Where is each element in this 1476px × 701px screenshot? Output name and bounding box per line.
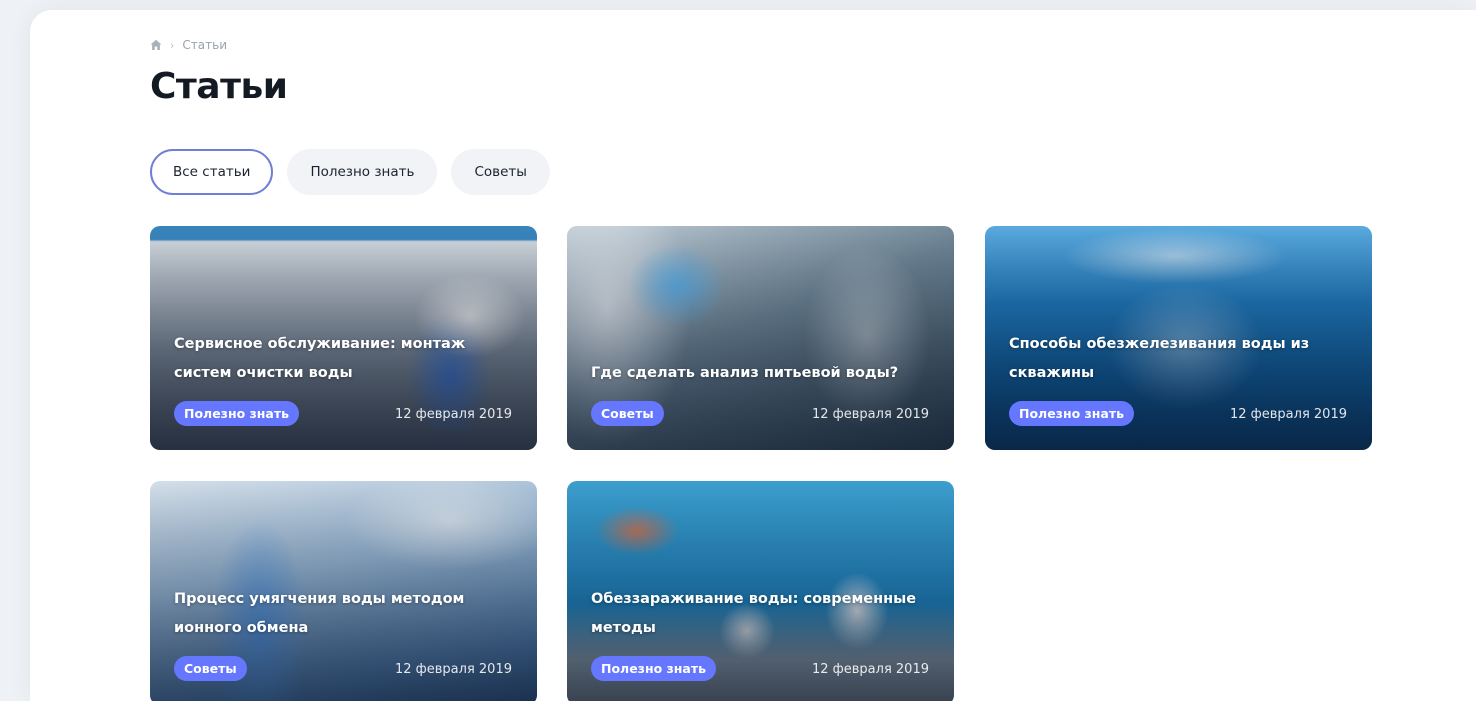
breadcrumb-separator: › [170,38,175,52]
articles-page: › Статьи Статьи Все статьи Полезно знать… [30,10,1476,701]
article-card[interactable]: Обеззараживание воды: современные методы… [567,481,954,701]
article-date: 12 февраля 2019 [811,662,929,677]
tab-useful-to-know[interactable]: Полезно знать [287,149,438,195]
article-title[interactable]: Сервисное обслуживание: монтаж систем оч… [174,330,513,388]
breadcrumb: › Статьи [150,38,227,52]
tab-all-articles[interactable]: Все статьи [150,149,274,195]
article-date: 12 февраля 2019 [394,662,512,677]
article-tag-badge[interactable]: Советы [174,656,247,681]
article-card[interactable]: Способы обезжелезивания воды из скважины… [985,226,1372,450]
article-title[interactable]: Обеззараживание воды: современные методы [591,585,930,643]
home-icon[interactable] [150,39,162,51]
article-card[interactable]: Сервисное обслуживание: монтаж систем оч… [150,226,537,450]
tab-tips[interactable]: Советы [451,149,550,195]
article-title[interactable]: Способы обезжелезивания воды из скважины [1009,330,1348,388]
page-title: Статьи [150,66,288,107]
breadcrumb-current: Статьи [182,38,227,52]
article-tag-badge[interactable]: Полезно знать [1009,401,1135,426]
article-title[interactable]: Процесс умягчения воды методом ионного о… [174,585,513,643]
article-card[interactable]: Где сделать анализ питьевой воды? Советы… [567,226,954,450]
article-tag-badge[interactable]: Советы [591,401,664,426]
article-card[interactable]: Процесс умягчения воды методом ионного о… [150,481,537,701]
article-date: 12 февраля 2019 [811,407,929,422]
article-tag-badge[interactable]: Полезно знать [174,401,300,426]
article-date: 12 февраля 2019 [394,407,512,422]
article-title[interactable]: Где сделать анализ питьевой воды? [591,359,930,388]
article-tag-badge[interactable]: Полезно знать [591,656,717,681]
category-tabs: Все статьи Полезно знать Советы [150,149,550,195]
article-date: 12 февраля 2019 [1229,407,1347,422]
